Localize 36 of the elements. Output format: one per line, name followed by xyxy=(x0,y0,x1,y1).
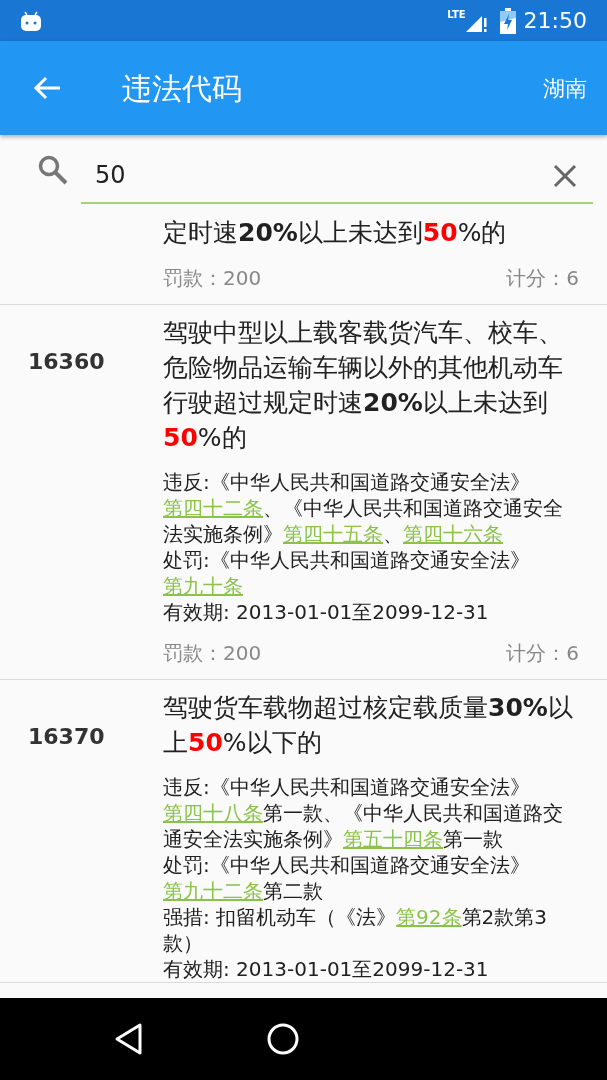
home-nav-button[interactable] xyxy=(266,1022,300,1056)
legal-text: 违反:《中华人民共和国道路交通安全法》 第四十二条、《中华人民共和国道路交通安全法实施条例》第四十五条、第四十六条 xyxy=(163,469,564,547)
violation-code: 16360 xyxy=(28,348,106,376)
fine-amount: 罚款：200 xyxy=(163,265,262,292)
legal-text: 强措: 扣留机动车（《法》第92条第2款第3款） xyxy=(163,904,548,956)
article-link[interactable]: 第四十六条 xyxy=(403,522,503,546)
article-link[interactable]: 第九十条 xyxy=(163,574,243,598)
penalty-points: 计分：6 xyxy=(506,640,579,667)
article-link[interactable]: 第四十二条 xyxy=(163,496,263,520)
legal-text: 有效期: 2013-01-01至2099-12-31 xyxy=(163,956,490,982)
battery-icon xyxy=(499,7,516,34)
legal-text: 有效期: 2013-01-01至2099-12-31 xyxy=(163,599,490,625)
legal-text: 处罚:《中华人民共和国道路交通安全法》 第九十二条第二款 xyxy=(163,852,531,904)
search-field[interactable]: 50 xyxy=(81,148,593,204)
android-icon xyxy=(20,10,42,31)
violation-description: 驾驶货车载物超过核定载质量30%以上50%以下的 xyxy=(163,692,574,759)
article-link[interactable]: 第四十五条 xyxy=(283,522,383,546)
violation-code: 16370 xyxy=(28,723,106,751)
fine-amount: 罚款：200 xyxy=(163,640,262,667)
violation-description: 驾驶中型以上载客载货汽车、校车、危险物品运输车辆以外的其他机动车行驶超过规定时速20%以上未达到 50%的 xyxy=(163,317,564,454)
close-icon xyxy=(553,164,577,188)
article-link[interactable]: 第92条 xyxy=(396,905,462,929)
clock: 21:50 xyxy=(523,7,587,35)
article-link[interactable]: 第九十二条 xyxy=(163,879,263,903)
article-link[interactable]: 第四十八条 xyxy=(163,801,263,825)
network-label: LTE xyxy=(447,8,466,22)
search-icon xyxy=(37,154,69,186)
penalty-points: 计分：6 xyxy=(506,265,579,292)
legal-text: 处罚:《中华人民共和国道路交通安全法》 第九十条 xyxy=(163,547,531,599)
violation-description: 定时速20%以上未达到50%的 xyxy=(163,217,508,249)
legal-text: 违反:《中华人民共和国道路交通安全法》 第四十八条第一款、《中华人民共和国道路交通安全法实施条例》第五十四条第一款 xyxy=(163,774,564,852)
circle-icon xyxy=(266,1022,300,1056)
back-arrow-icon xyxy=(33,76,61,100)
page-title: 违法代码 xyxy=(122,69,243,108)
article-link[interactable]: 第五十四条 xyxy=(343,827,443,851)
region-button[interactable]: 湖南 xyxy=(543,71,587,105)
